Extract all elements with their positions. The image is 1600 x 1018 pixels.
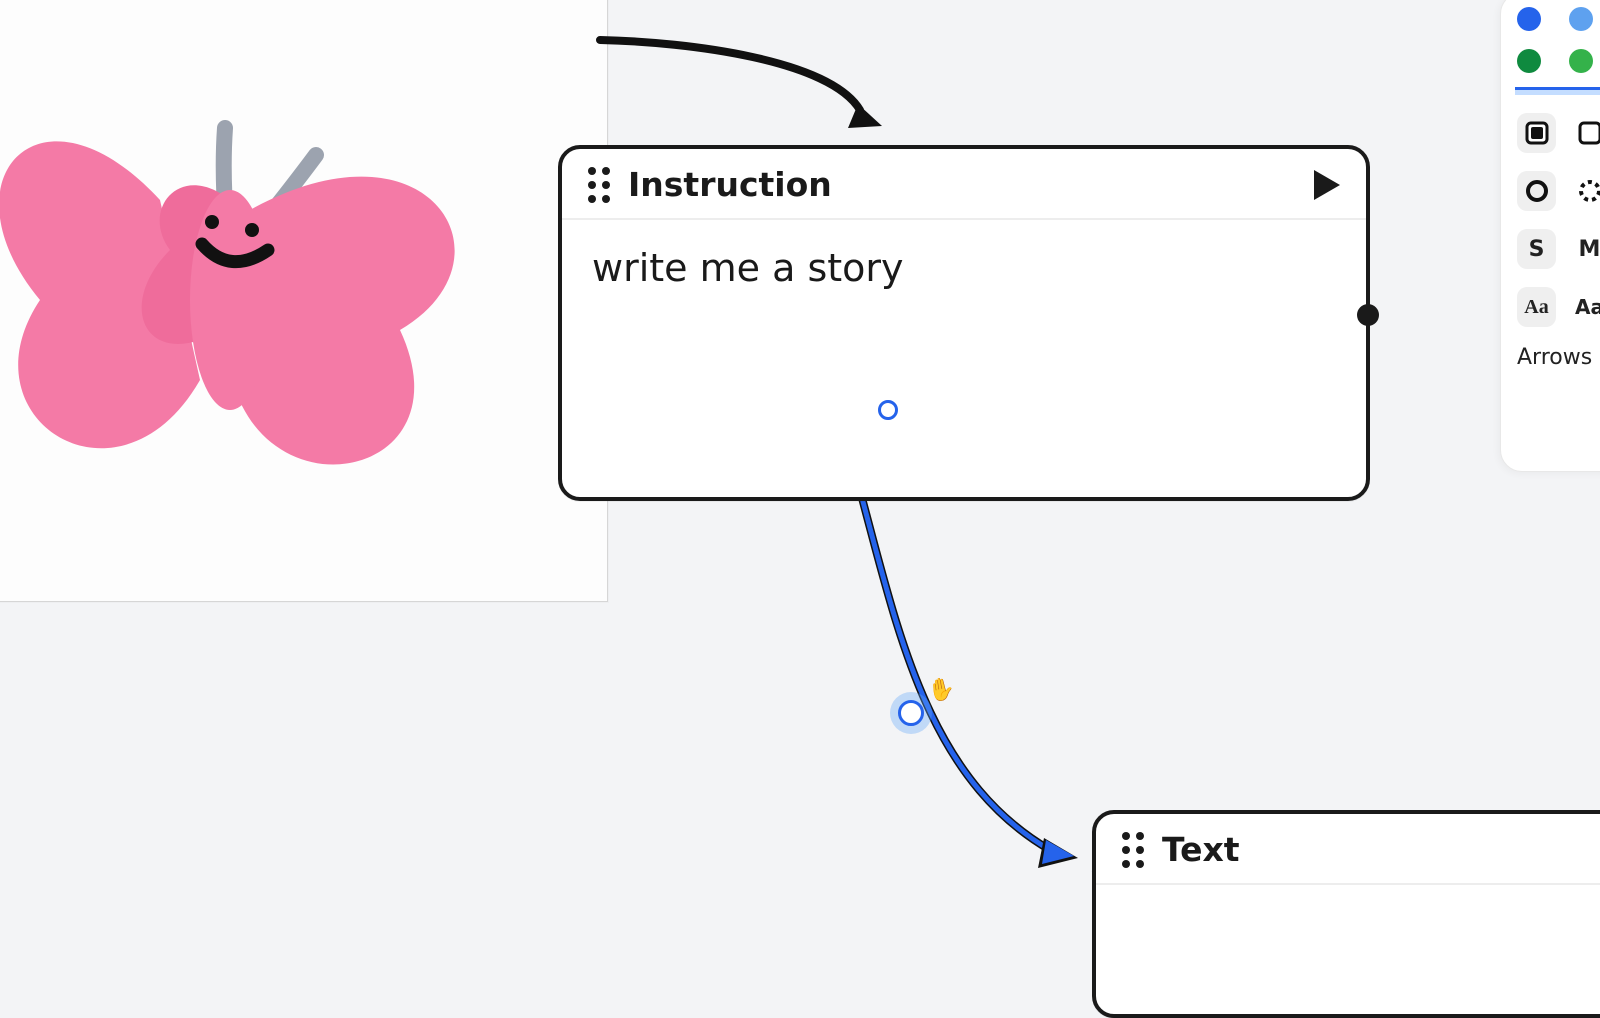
arrow-instruction-to-text-core[interactable]	[862, 498, 1050, 850]
instruction-card[interactable]: Instruction write me a story	[558, 145, 1370, 501]
fill-none[interactable]	[1570, 113, 1600, 153]
text-title: Text	[1162, 830, 1600, 869]
run-button[interactable]	[1314, 170, 1340, 200]
fill-solid[interactable]	[1517, 113, 1556, 153]
arrow-to-instruction	[600, 40, 860, 110]
size-s[interactable]: S	[1517, 229, 1556, 269]
drag-handle-icon[interactable]	[588, 167, 610, 203]
arrow-to-instruction-head	[848, 104, 882, 128]
arrow-anchor-mid[interactable]	[898, 700, 924, 726]
hand-cursor-icon: ✋	[926, 676, 957, 705]
stroke-dashed[interactable]	[1570, 171, 1600, 211]
drawing-frame[interactable]	[0, 0, 608, 602]
color-blue-light[interactable]	[1569, 7, 1593, 31]
color-green[interactable]	[1517, 49, 1541, 73]
color-green-light[interactable]	[1569, 49, 1593, 73]
output-port[interactable]	[1357, 304, 1379, 326]
stroke-solid[interactable]	[1517, 171, 1556, 211]
color-blue[interactable]	[1517, 7, 1541, 31]
arrow-anchor-start[interactable]	[878, 400, 898, 420]
size-m[interactable]: M	[1570, 229, 1600, 269]
drag-handle-icon[interactable]	[1122, 832, 1144, 868]
stroke-preview	[1515, 87, 1600, 95]
style-panel: S M Aa Aa Arrows	[1500, 0, 1600, 472]
text-card[interactable]: Text	[1092, 810, 1600, 1018]
font-sans[interactable]: Aa	[1570, 287, 1600, 327]
instruction-body[interactable]: write me a story	[562, 220, 1366, 316]
instruction-title: Instruction	[628, 165, 1296, 204]
font-hand[interactable]: Aa	[1517, 287, 1556, 327]
arrow-instruction-to-text-head	[1038, 838, 1078, 868]
arrows-section-label: Arrows	[1517, 345, 1600, 370]
arrow-instruction-to-text-highlight	[862, 498, 1050, 850]
